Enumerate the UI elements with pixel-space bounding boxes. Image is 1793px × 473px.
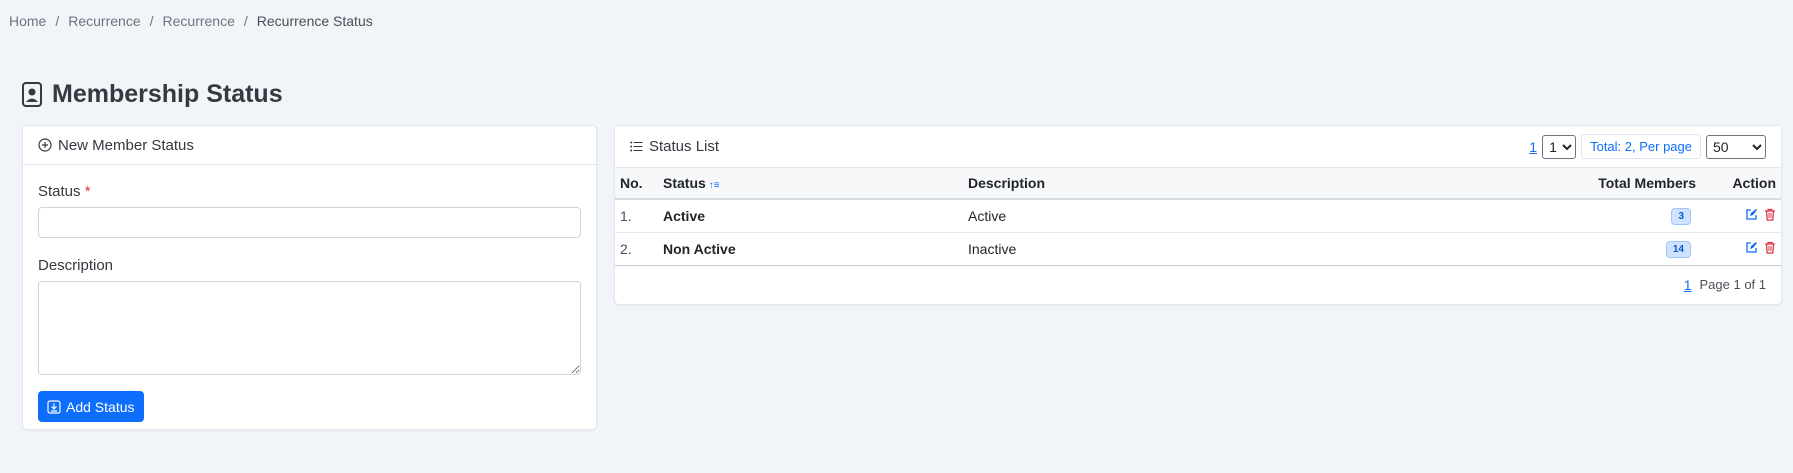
- breadcrumb-recurrence[interactable]: Recurrence: [68, 13, 140, 29]
- col-no: No.: [615, 168, 658, 200]
- status-list-header: Status List 1 1 Total: 2, Per page 50: [615, 126, 1781, 168]
- edit-icon[interactable]: [1745, 241, 1758, 254]
- edit-icon[interactable]: [1745, 208, 1758, 221]
- new-status-header: New Member Status: [23, 126, 596, 165]
- trash-icon[interactable]: [1764, 241, 1776, 254]
- table-row: 2. Non Active Inactive 14: [615, 232, 1781, 266]
- total-per-page-label: Total: 2, Per page: [1581, 134, 1701, 159]
- breadcrumb-home[interactable]: Home: [9, 13, 46, 29]
- breadcrumb-recurrence-sub[interactable]: Recurrence: [163, 13, 235, 29]
- trash-icon[interactable]: [1764, 208, 1776, 221]
- row-description: Inactive: [963, 232, 1501, 266]
- breadcrumb-separator: /: [243, 13, 248, 29]
- member-count-badge[interactable]: 3: [1671, 208, 1691, 226]
- page-title: Membership Status: [22, 80, 283, 109]
- pagination-link[interactable]: 1: [1529, 139, 1537, 155]
- col-description: Description: [963, 168, 1501, 200]
- status-input[interactable]: [38, 207, 581, 238]
- new-status-title: New Member Status: [58, 136, 194, 154]
- page-info: Page 1 of 1: [1699, 277, 1767, 292]
- row-status: Active: [658, 199, 963, 233]
- col-status-label: Status: [663, 175, 706, 191]
- status-label-text: Status: [38, 183, 81, 200]
- description-textarea[interactable]: [38, 281, 581, 375]
- add-status-button[interactable]: Add Status: [38, 391, 144, 422]
- footer-pagination-link[interactable]: 1: [1684, 277, 1692, 293]
- description-label: Description: [38, 257, 114, 274]
- member-count-badge[interactable]: 14: [1665, 241, 1691, 258]
- add-status-label: Add Status: [66, 398, 135, 415]
- page-select[interactable]: 1: [1542, 134, 1577, 159]
- row-actions: [1701, 199, 1781, 233]
- per-page-select[interactable]: 50: [1706, 134, 1766, 159]
- row-number: 2.: [615, 232, 658, 266]
- col-total-members: Total Members: [1501, 168, 1701, 200]
- col-status[interactable]: Status ↑≡: [658, 168, 963, 200]
- breadcrumb-separator: /: [149, 13, 154, 29]
- required-mark: *: [84, 183, 91, 200]
- table-header-row: No. Status ↑≡ Description Total Members A…: [615, 168, 1781, 200]
- page-title-text: Membership Status: [52, 80, 283, 108]
- breadcrumb-separator: /: [55, 13, 60, 29]
- row-description: Active: [963, 199, 1501, 233]
- row-number: 1.: [615, 199, 658, 233]
- status-list-title: Status List: [649, 138, 720, 155]
- table-footer: 1 Page 1 of 1: [615, 266, 1781, 304]
- row-status: Non Active: [658, 232, 963, 266]
- status-list-card: Status List 1 1 Total: 2, Per page 50 No…: [614, 125, 1782, 305]
- download-box-icon: [47, 399, 61, 414]
- list-icon: [630, 141, 643, 152]
- status-table: No. Status ↑≡ Description Total Members A…: [615, 168, 1781, 266]
- table-row: 1. Active Active 3: [615, 199, 1781, 233]
- contact-card-icon: [22, 82, 42, 107]
- row-actions: [1701, 232, 1781, 266]
- status-label: Status *: [38, 183, 581, 200]
- row-total-cell: 14: [1501, 232, 1701, 266]
- breadcrumb-current: Recurrence Status: [256, 13, 373, 29]
- row-total-cell: 3: [1501, 199, 1701, 233]
- breadcrumb: Home / Recurrence / Recurrence / Recurre…: [9, 13, 373, 29]
- sort-asc-icon[interactable]: ↑≡: [709, 180, 720, 191]
- new-status-card: New Member Status Status * Description A…: [22, 125, 597, 430]
- col-action: Action: [1701, 168, 1781, 200]
- plus-circle-icon: [38, 138, 52, 152]
